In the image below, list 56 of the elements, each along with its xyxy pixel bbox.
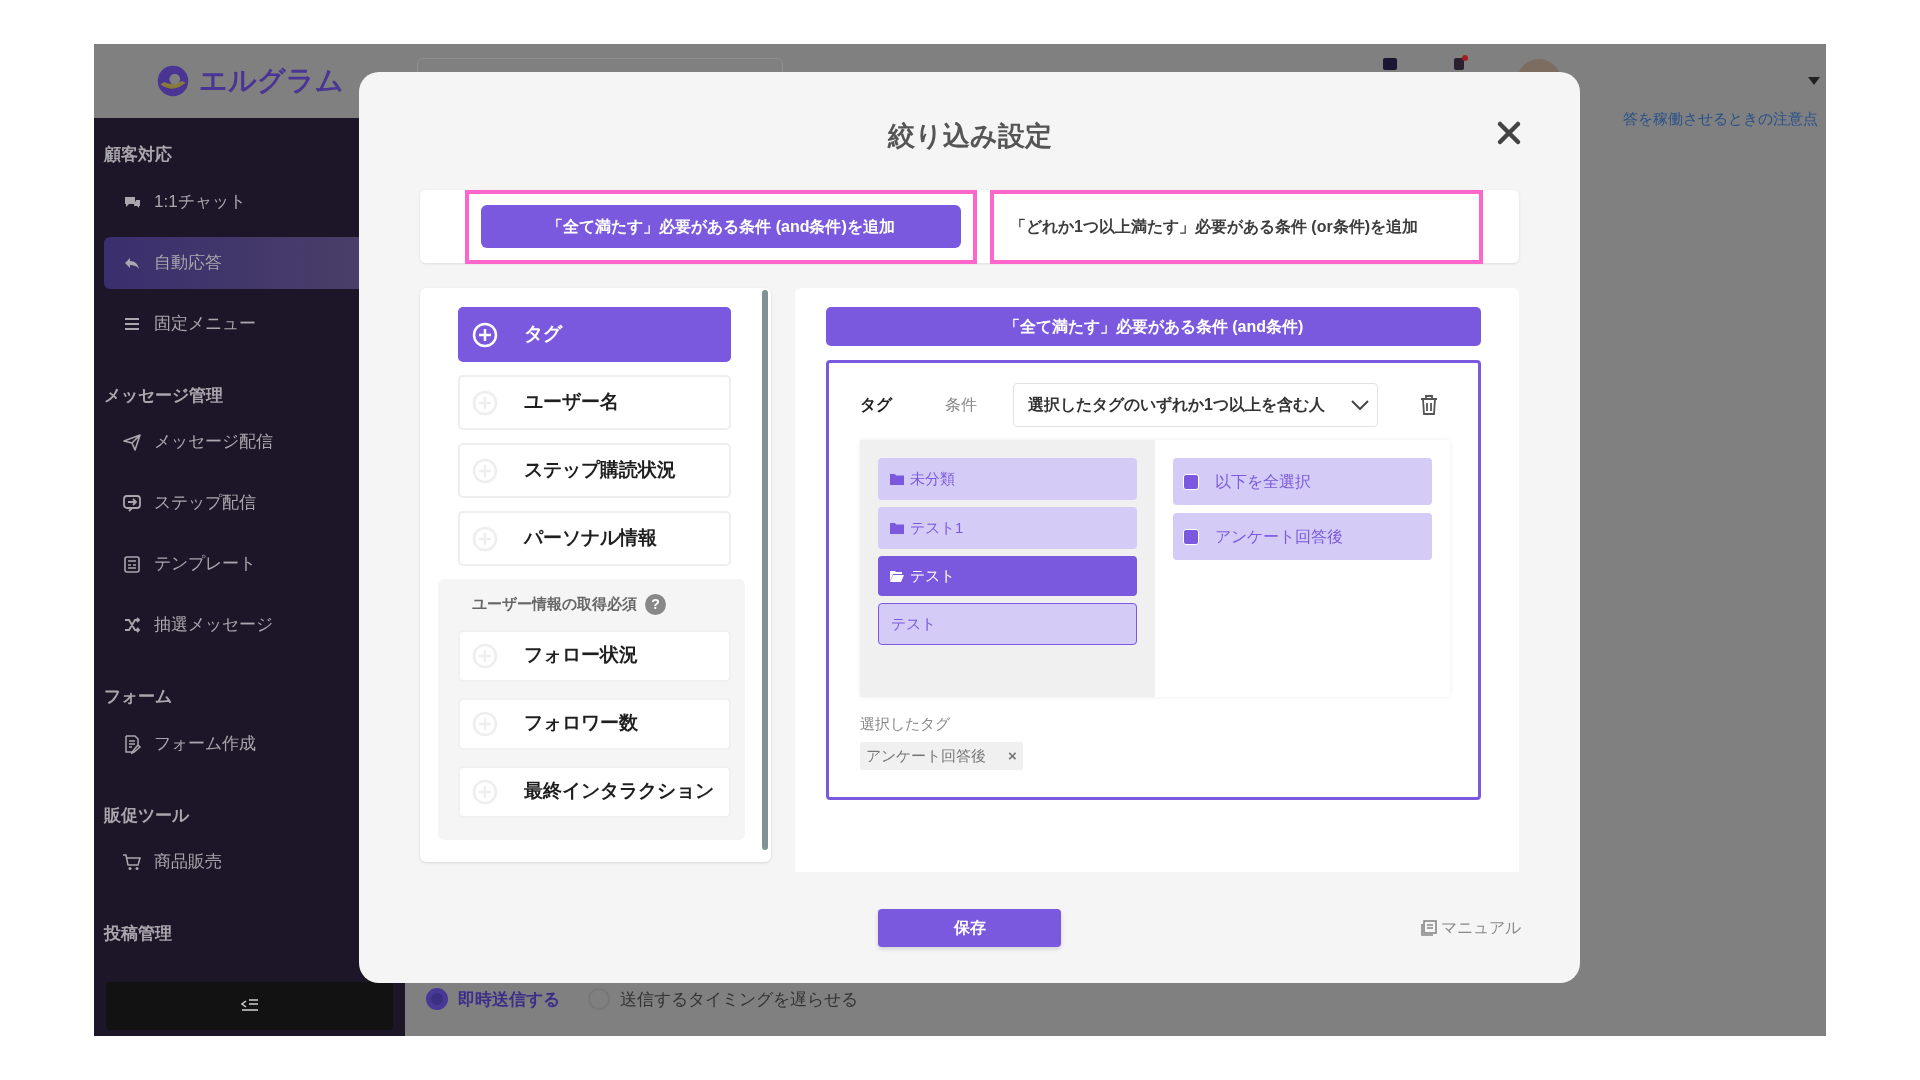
plus-circle-icon xyxy=(472,321,498,348)
paper-plane-icon xyxy=(122,432,142,452)
checkbox[interactable] xyxy=(1183,528,1199,545)
category-item[interactable]: フォロワー数 xyxy=(458,697,731,750)
category-item[interactable]: 最終インタラクション xyxy=(458,765,731,818)
folder-item[interactable]: テスト xyxy=(878,556,1137,596)
field-label: タグ xyxy=(860,395,894,415)
category-item[interactable]: タグ xyxy=(458,307,731,362)
sidebar-item[interactable]: フォーム作成 xyxy=(104,717,405,770)
remove-button[interactable]: × xyxy=(1008,744,1017,767)
collapse-icon xyxy=(240,999,259,1013)
tag-chip: アンケート回答後 × xyxy=(860,741,1023,770)
modal-title: 絞り込み設定 xyxy=(886,120,1053,153)
condition-select[interactable]: 選択したタグのいずれか1つ以上を含む人 xyxy=(1013,383,1378,427)
section-title: 顧客対応 xyxy=(103,144,173,166)
sidebar-item[interactable]: ステップ配信 xyxy=(104,477,405,529)
template-icon xyxy=(122,554,142,574)
folder-icon xyxy=(890,522,904,534)
category-item[interactable]: ユーザー名 xyxy=(458,375,731,430)
section-title: フォーム xyxy=(103,686,173,708)
close-icon[interactable] xyxy=(1496,120,1522,146)
condition-header: 「全て満たす」必要がある条件 (and条件) xyxy=(826,307,1481,346)
selected-tags-label: 選択したタグ xyxy=(860,714,951,734)
caret-icon xyxy=(1808,77,1820,85)
category-item[interactable]: ステップ購読状況 xyxy=(458,443,731,498)
sidebar-item[interactable]: 1:1チャット xyxy=(104,175,405,228)
group-title: ユーザー情報の取得必須 xyxy=(472,594,637,614)
sidebar-item[interactable]: 抽選メッセージ xyxy=(104,599,405,651)
logo-text: エルグラム xyxy=(199,64,344,98)
scrollbar[interactable] xyxy=(762,290,768,850)
notification-icon xyxy=(1451,54,1469,72)
folder-icon xyxy=(890,473,904,485)
category-item[interactable]: パーソナル情報 xyxy=(458,511,731,566)
condition-label: 条件 xyxy=(945,395,978,415)
open-folder-icon xyxy=(890,570,904,582)
trash-icon[interactable] xyxy=(1419,394,1439,416)
sidebar-item[interactable]: メッセージ配信 xyxy=(104,416,405,468)
book-icon xyxy=(1421,920,1437,936)
chevron-down-icon xyxy=(1351,400,1369,410)
add-condition-button[interactable]: 「どれか1つ以上満たす」必要がある条件 (or条件)を追加 xyxy=(1006,205,1467,248)
section-title: 投稿管理 xyxy=(102,923,173,945)
save-button[interactable]: 保存 xyxy=(878,909,1061,947)
form-edit-icon xyxy=(122,733,142,754)
message-arrow-icon xyxy=(122,493,142,513)
category-item[interactable]: フォロー状況 xyxy=(458,629,731,682)
sidebar-item[interactable]: 商品販売 xyxy=(104,836,405,888)
sidebar-item[interactable]: テンプレート xyxy=(104,538,405,590)
checkbox[interactable] xyxy=(1183,473,1199,490)
section-title: 販促ツール xyxy=(102,804,191,827)
sidebar-item[interactable]: 固定メニュー xyxy=(104,297,405,350)
shuffle-icon xyxy=(122,615,142,635)
help-icon[interactable]: ? xyxy=(645,593,666,615)
cart-icon xyxy=(122,852,142,872)
logo-icon xyxy=(155,63,191,99)
section-title: メッセージ管理 xyxy=(103,384,224,407)
add-condition-button[interactable]: 「全て満たす」必要がある条件 (and条件)を追加 xyxy=(481,205,961,248)
